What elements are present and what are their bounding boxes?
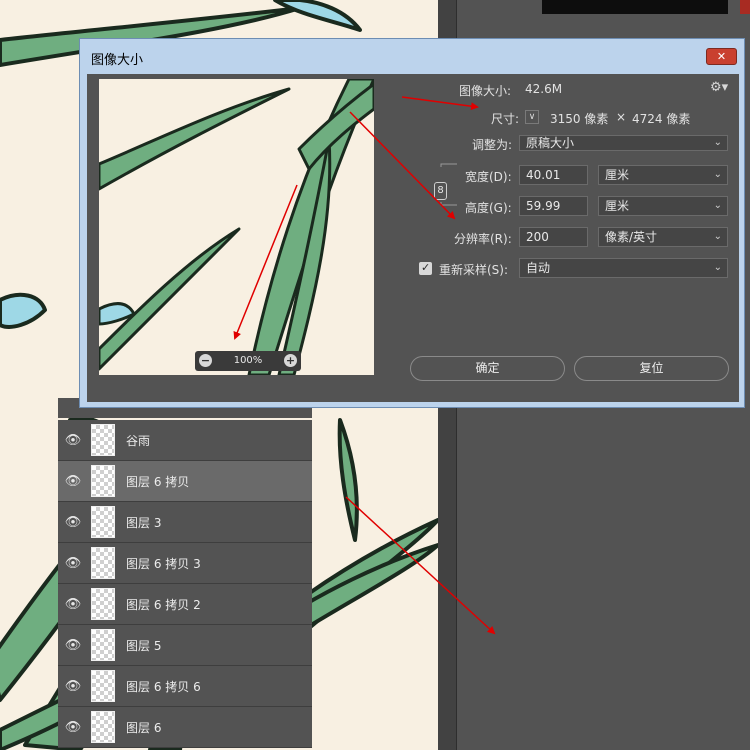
reset-button[interactable]: 复位 xyxy=(574,356,729,381)
layer-row[interactable]: 👁 图层 6 拷贝 2 xyxy=(58,584,312,625)
layer-thumbnail xyxy=(91,629,115,661)
chevron-down-icon: ⌄ xyxy=(713,169,722,180)
layer-thumbnail xyxy=(91,588,115,620)
width-label: 宽度(D): xyxy=(465,170,512,184)
image-size-value: 42.6M xyxy=(525,82,563,96)
height-label: 高度(G): xyxy=(465,201,512,215)
layer-row[interactable]: 👁 图层 6 拷贝 xyxy=(58,461,312,502)
layer-row[interactable]: 👁 图层 5 xyxy=(58,625,312,666)
eye-icon[interactable]: 👁 xyxy=(58,515,88,530)
eye-icon[interactable]: 👁 xyxy=(58,556,88,571)
layer-name: 图层 5 xyxy=(126,638,162,653)
chevron-down-icon: ⌄ xyxy=(713,137,722,148)
width-field[interactable]: 40.01 xyxy=(519,165,588,185)
dimensions-label: 尺寸: xyxy=(491,112,520,126)
resolution-field[interactable]: 200 xyxy=(519,227,588,247)
layer-name: 图层 6 拷贝 6 xyxy=(126,679,201,694)
layer-row[interactable]: 👁 图层 6 拷贝 6 xyxy=(58,666,312,707)
layer-thumbnail xyxy=(91,465,115,497)
fit-to-label: 调整为: xyxy=(472,138,513,152)
close-icon: ✕ xyxy=(716,50,727,63)
checkmark-icon: ✓ xyxy=(421,261,431,274)
dialog-body: − 100% + 图像大小: 42.6M ⚙▾ 尺寸: ∨ 3150 像素 × … xyxy=(87,74,739,402)
layer-name: 谷雨 xyxy=(126,433,151,448)
image-size-dialog: 图像大小 ✕ − 100% + 图像大小: 42.6M ⚙▾ 尺寸: ∨ 315… xyxy=(79,38,745,408)
layer-name: 图层 3 xyxy=(126,515,162,530)
gear-icon[interactable]: ⚙▾ xyxy=(710,80,728,95)
image-preview[interactable]: − 100% + xyxy=(99,79,374,375)
layer-name: 图层 6 拷贝 xyxy=(126,474,190,489)
resample-checkbox[interactable]: ✓ xyxy=(419,261,432,275)
eye-icon[interactable]: 👁 xyxy=(58,679,88,694)
layer-row[interactable]: 👁 图层 6 xyxy=(58,707,312,748)
resolution-unit: 像素/英寸 xyxy=(605,230,658,244)
layer-thumbnail xyxy=(91,670,115,702)
height-unit: 厘米 xyxy=(605,199,630,213)
layer-name: 图层 6 xyxy=(126,720,162,735)
layer-name: 图层 6 拷贝 3 xyxy=(126,556,201,571)
dimensions-dropdown[interactable]: ∨ xyxy=(525,110,539,124)
dimensions-height: 4724 像素 xyxy=(632,112,691,126)
chevron-down-icon: ⌄ xyxy=(713,262,722,273)
eye-icon[interactable]: 👁 xyxy=(58,597,88,612)
preview-illustration xyxy=(99,79,374,375)
resample-select[interactable]: 自动 ⌄ xyxy=(519,258,728,278)
width-unit-select[interactable]: 厘米 ⌄ xyxy=(598,165,728,185)
layer-name: 图层 6 拷贝 2 xyxy=(126,597,201,612)
layer-row[interactable]: 👁 图层 3 xyxy=(58,502,312,543)
eye-icon[interactable]: 👁 xyxy=(58,638,88,653)
ok-button[interactable]: 确定 xyxy=(410,356,565,381)
dimensions-times: × xyxy=(616,110,627,124)
dimensions-width: 3150 像素 xyxy=(550,112,609,126)
resample-value: 自动 xyxy=(526,261,551,275)
width-unit: 厘米 xyxy=(605,168,630,182)
fit-to-value: 原稿大小 xyxy=(526,136,575,150)
eye-icon[interactable]: 👁 xyxy=(58,474,88,489)
panel-corner-accent xyxy=(740,0,750,14)
dialog-title: 图像大小 xyxy=(91,53,144,68)
chevron-down-icon: ⌄ xyxy=(713,231,722,242)
resample-label: 重新采样(S): xyxy=(439,263,509,277)
layer-thumbnail xyxy=(91,506,115,538)
close-button[interactable]: ✕ xyxy=(706,48,737,65)
fit-to-select[interactable]: 原稿大小 ⌄ xyxy=(519,135,728,151)
link-icon[interactable]: 8 xyxy=(434,182,447,200)
dialog-title-bar[interactable]: 图像大小 ✕ xyxy=(80,39,744,74)
layer-thumbnail xyxy=(91,424,115,456)
height-field[interactable]: 59.99 xyxy=(519,196,588,216)
height-unit-select[interactable]: 厘米 ⌄ xyxy=(598,196,728,216)
zoom-in-icon[interactable]: + xyxy=(284,354,297,367)
chevron-down-icon: ⌄ xyxy=(713,200,722,211)
eye-icon[interactable]: 👁 xyxy=(58,720,88,735)
layer-thumbnail xyxy=(91,547,115,579)
eye-icon[interactable]: 👁 xyxy=(58,433,88,448)
image-size-label: 图像大小: xyxy=(459,84,512,98)
resolution-unit-select[interactable]: 像素/英寸 ⌄ xyxy=(598,227,728,247)
resolution-label: 分辨率(R): xyxy=(454,232,512,246)
layer-row[interactable]: 👁 图层 6 拷贝 3 xyxy=(58,543,312,584)
panel-preview-area xyxy=(542,0,728,14)
layer-row[interactable]: 👁 谷雨 xyxy=(58,420,312,461)
layers-list: 👁 谷雨 👁 图层 6 拷贝 👁 图层 3 👁 图层 6 拷贝 3 👁 图层 6… xyxy=(58,420,312,748)
layer-thumbnail xyxy=(91,711,115,743)
zoom-control: − 100% + xyxy=(195,351,301,371)
